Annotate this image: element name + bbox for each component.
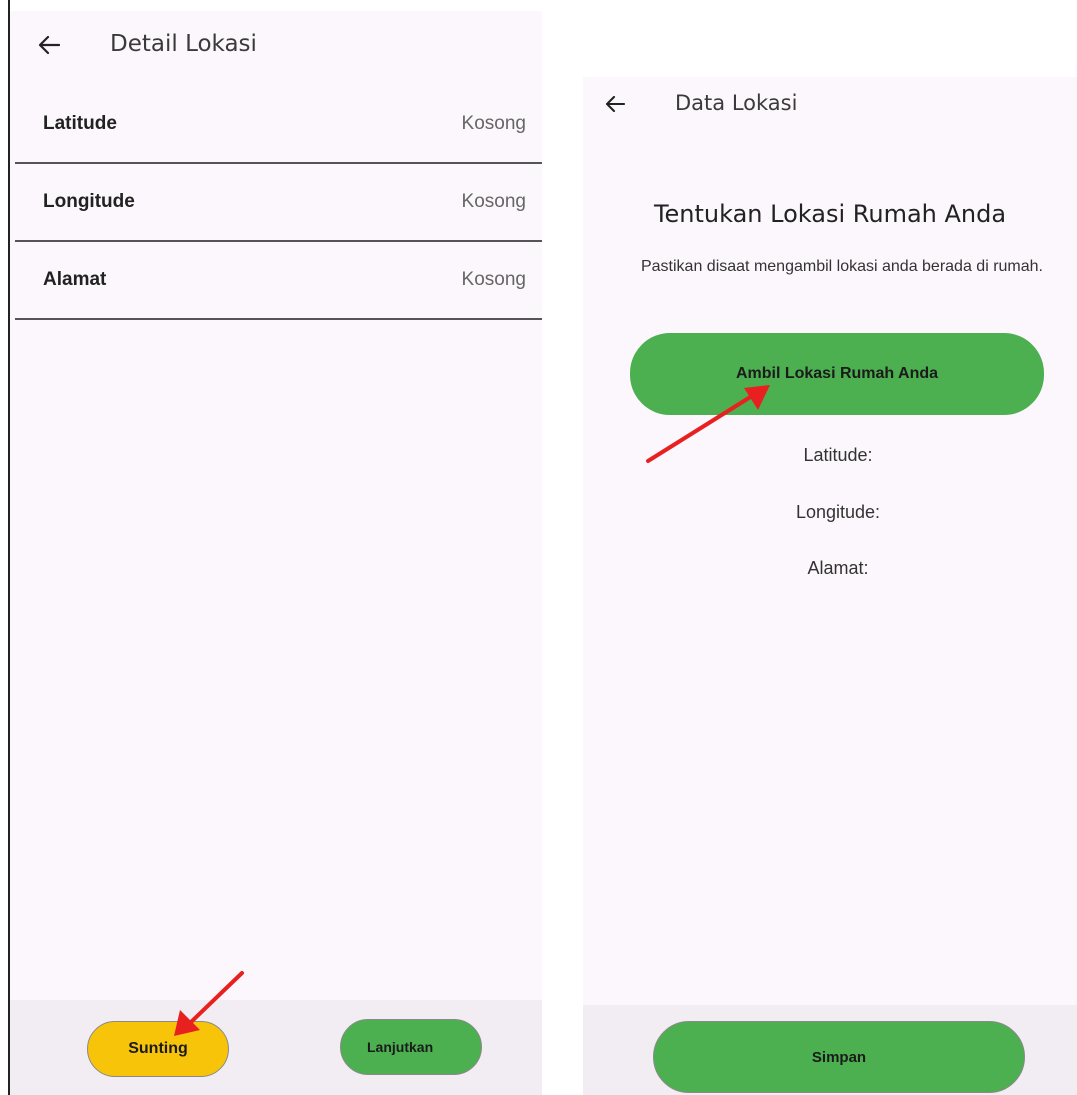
annotation-arrow-icon <box>646 385 770 463</box>
annotation-arrow-icon <box>174 971 244 1036</box>
annotation-overlay <box>174 385 770 1036</box>
